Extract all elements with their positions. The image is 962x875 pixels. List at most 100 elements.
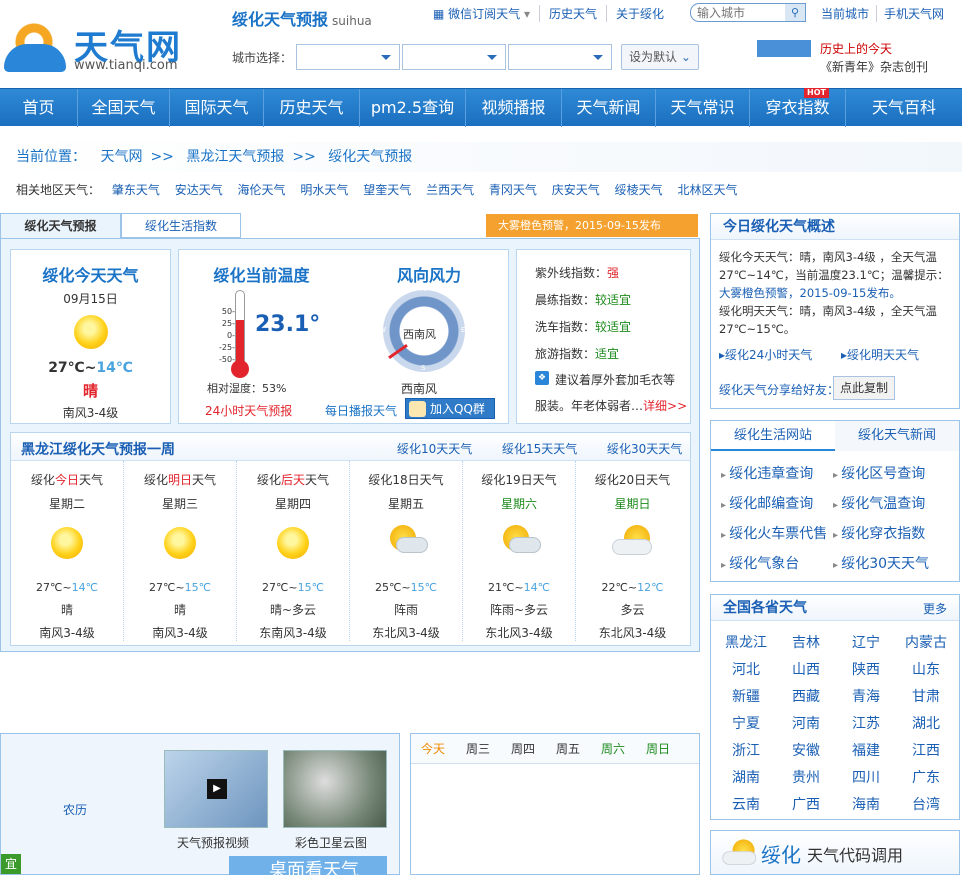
day-forecast[interactable]: 绥化后天天气 星期四 27℃~15℃ 晴~多云 东南风3-4级 [237, 461, 350, 641]
overview-alert-link[interactable]: 大雾橙色预警，2015-09-15发布。 [719, 284, 951, 302]
day-tab[interactable]: 今天 [421, 734, 466, 763]
related-link[interactable]: 青冈天气 [489, 183, 537, 197]
district-select[interactable] [508, 44, 613, 70]
day-forecast[interactable]: 绥化18日天气 星期五 25℃~15℃ 阵雨 东北风3-4级 [350, 461, 463, 641]
life-link[interactable]: 绥化穿衣指数 [833, 523, 925, 543]
nav-pm25[interactable]: pm2.5查询 [360, 89, 466, 127]
related-link[interactable]: 绥棱天气 [615, 183, 663, 197]
province-link[interactable]: 安徽 [776, 740, 836, 760]
related-link[interactable]: 肇东天气 [112, 183, 160, 197]
day-forecast[interactable]: 绥化明日天气 星期三 27℃~15℃ 晴 南风3-4级 [124, 461, 237, 641]
history-title[interactable]: 历史上的今天 [820, 40, 892, 57]
related-link[interactable]: 安达天气 [175, 183, 223, 197]
day-forecast[interactable]: 绥化20日天气 星期日 22℃~12℃ 多云 东北风3-4级 [576, 461, 689, 641]
advice-more-link[interactable]: 详细>> [643, 399, 687, 413]
life-link[interactable]: 绥化邮编查询 [721, 493, 813, 513]
city-select[interactable] [402, 44, 507, 70]
province-link[interactable]: 吉林 [776, 632, 836, 652]
overview-24h-link[interactable]: ▸绥化24小时天气 [719, 346, 812, 363]
set-default-button[interactable]: 设为默认 ⌄ [621, 44, 699, 70]
related-link[interactable]: 北林区天气 [677, 183, 737, 197]
related-link[interactable]: 庆安天气 [552, 183, 600, 197]
join-qq-button[interactable]: 加入QQ群 [405, 398, 495, 419]
related-link[interactable]: 望奎天气 [363, 183, 411, 197]
nav-dressing[interactable]: 穿衣指数 HOT [750, 88, 846, 127]
province-link[interactable]: 四川 [836, 767, 896, 787]
province-link[interactable]: 广西 [776, 794, 836, 814]
province-link[interactable]: 贵州 [776, 767, 836, 787]
logo-icon[interactable] [4, 14, 66, 72]
life-link[interactable]: 绥化气象台 [721, 553, 799, 573]
provinces-more-link[interactable]: 更多 [923, 600, 947, 617]
breadcrumb-home[interactable]: 天气网 [100, 149, 142, 165]
province-link[interactable]: 广东 [896, 767, 956, 787]
history-thumbnail[interactable] [757, 40, 811, 74]
weather-code-panel[interactable]: 绥化 天气代码调用 [710, 830, 960, 875]
nav-home[interactable]: 首页 [0, 89, 78, 127]
nav-national[interactable]: 全国天气 [78, 89, 170, 127]
province-link[interactable]: 台湾 [896, 794, 956, 814]
province-link[interactable]: 福建 [836, 740, 896, 760]
city-search-input[interactable] [691, 4, 783, 21]
mobile-weather-link[interactable]: 手机天气网 [877, 5, 951, 22]
satellite-label[interactable]: 彩色卫星云图 [295, 834, 367, 851]
province-link[interactable]: 辽宁 [836, 632, 896, 652]
related-link[interactable]: 兰西天气 [426, 183, 474, 197]
day-forecast[interactable]: 绥化今日天气 星期二 27℃~14℃ 晴 南风3-4级 [11, 461, 124, 641]
life-link[interactable]: 绥化火车票代售 [721, 523, 827, 543]
province-link[interactable]: 内蒙古 [896, 632, 956, 652]
nav-video[interactable]: 视频播报 [466, 89, 562, 127]
nav-encyclopedia[interactable]: 天气百科 [846, 89, 962, 127]
tab-life-sites[interactable]: 绥化生活网站 [711, 421, 835, 451]
breadcrumb-province[interactable]: 黑龙江天气预报 [186, 149, 284, 165]
province-link[interactable]: 浙江 [716, 740, 776, 760]
province-link[interactable]: 陕西 [836, 659, 896, 679]
about-city-link[interactable]: 关于绥化 [607, 5, 673, 22]
province-link[interactable]: 湖南 [716, 767, 776, 787]
day-tab[interactable]: 周五 [556, 734, 601, 763]
province-link[interactable]: 河南 [776, 713, 836, 733]
province-link[interactable]: 青海 [836, 686, 896, 706]
life-link[interactable]: 绥化30天天气 [833, 553, 929, 573]
province-link[interactable]: 河北 [716, 659, 776, 679]
history-weather-link[interactable]: 历史天气 [540, 5, 608, 22]
search-icon[interactable]: ⚲ [785, 4, 805, 21]
desktop-weather-banner[interactable]: 桌面看天气 [229, 856, 387, 875]
province-link[interactable]: 黑龙江 [716, 632, 776, 652]
breadcrumb-city[interactable]: 绥化天气预报 [328, 149, 412, 165]
province-link[interactable]: 海南 [836, 794, 896, 814]
nav-history[interactable]: 历史天气 [264, 89, 360, 127]
history-text[interactable]: 《新青年》杂志创刊 [820, 58, 928, 75]
current-city-link[interactable]: 当前城市 [814, 5, 878, 22]
hourly-forecast-link[interactable]: 24小时天气预报 [205, 402, 292, 419]
nav-news[interactable]: 天气新闻 [562, 89, 656, 127]
province-link[interactable]: 江西 [896, 740, 956, 760]
daily-broadcast-link[interactable]: 每日播报天气 [325, 402, 397, 419]
wechat-subscribe-link[interactable]: ▦ 微信订阅天气 ▾ [424, 5, 541, 22]
life-link[interactable]: 绥化违章查询 [721, 463, 813, 483]
province-link[interactable]: 山东 [896, 659, 956, 679]
related-link[interactable]: 海伦天气 [238, 183, 286, 197]
related-link[interactable]: 明水天气 [300, 183, 348, 197]
province-link[interactable]: 山西 [776, 659, 836, 679]
copy-button[interactable]: 点此复制 [833, 376, 895, 400]
forecast-10day-link[interactable]: 绥化10天天气 [397, 440, 472, 457]
life-link[interactable]: 绥化区号查询 [833, 463, 925, 483]
nav-international[interactable]: 国际天气 [170, 89, 264, 127]
province-select[interactable] [296, 44, 401, 70]
day-tab[interactable]: 周日 [646, 734, 691, 763]
forecast-15day-link[interactable]: 绥化15天天气 [502, 440, 577, 457]
day-tab[interactable]: 周四 [511, 734, 556, 763]
province-link[interactable]: 新疆 [716, 686, 776, 706]
day-forecast[interactable]: 绥化19日天气 星期六 21℃~14℃ 阵雨~多云 东北风3-4级 [463, 461, 576, 641]
tab-life-index[interactable]: 绥化生活指数 [121, 213, 241, 238]
video-thumbnail[interactable]: ▶ [164, 750, 268, 828]
province-link[interactable]: 西藏 [776, 686, 836, 706]
province-link[interactable]: 甘肃 [896, 686, 956, 706]
nav-knowledge[interactable]: 天气常识 [656, 89, 750, 127]
forecast-30day-link[interactable]: 绥化30天天气 [607, 440, 682, 457]
tab-forecast[interactable]: 绥化天气预报 [0, 213, 121, 238]
province-link[interactable]: 宁夏 [716, 713, 776, 733]
province-link[interactable]: 云南 [716, 794, 776, 814]
overview-tomorrow-link[interactable]: ▸绥化明天天气 [841, 346, 919, 363]
